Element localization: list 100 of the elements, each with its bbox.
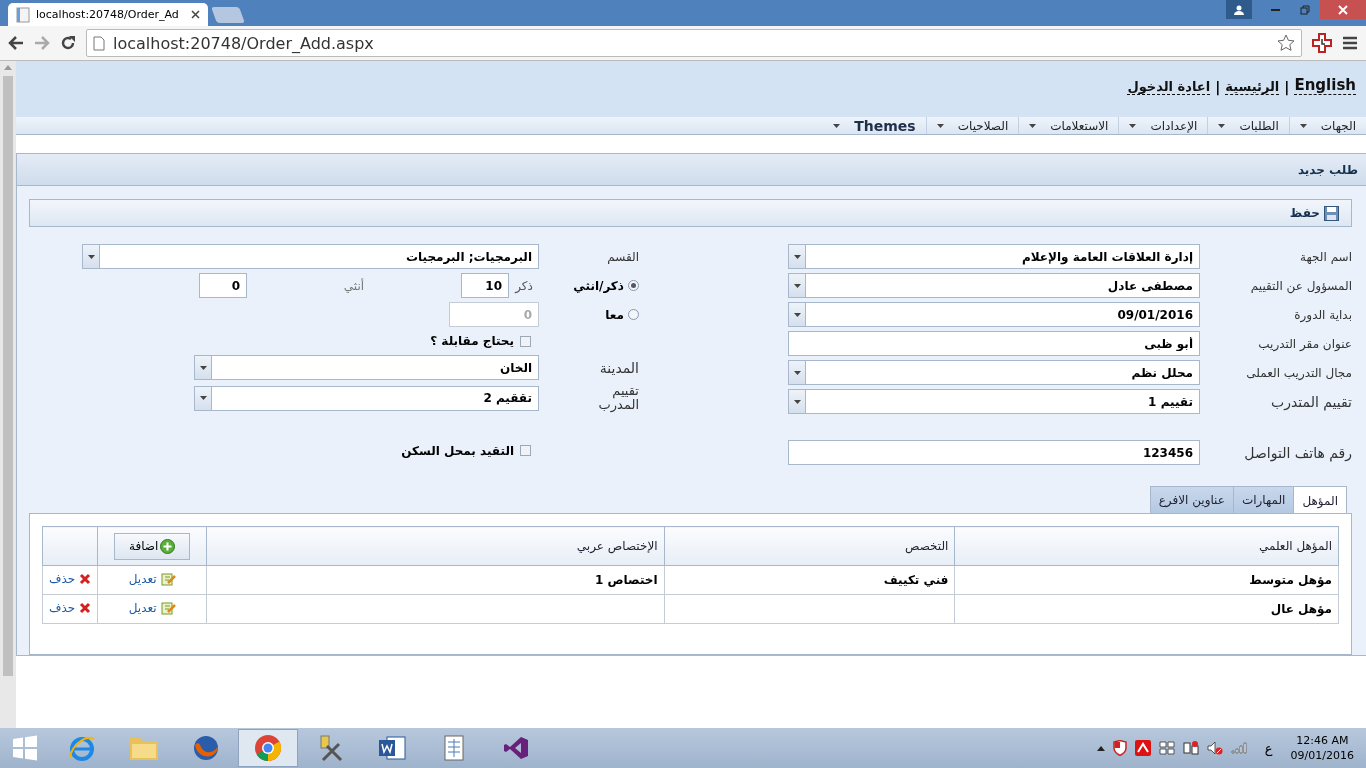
new-tab-button[interactable]	[211, 7, 245, 23]
table-cell: مؤهل متوسط	[1249, 573, 1332, 587]
checkbox-option[interactable]: يحتاج مقابلة ؟	[430, 334, 539, 348]
menu-item[interactable]: الإعدادات	[1118, 117, 1208, 134]
dropdown-field[interactable]: الخان	[194, 355, 539, 380]
dropdown-field[interactable]: محلل نظم	[788, 360, 1200, 385]
profile-button[interactable]	[1226, 0, 1252, 19]
caret-icon	[833, 123, 841, 128]
scroll-up-icon[interactable]	[4, 65, 12, 70]
caret-icon	[936, 123, 944, 128]
app-tray-icon[interactable]	[1134, 740, 1151, 756]
dropdown-caret-icon	[199, 365, 207, 370]
menu-item[interactable]: الصلاحيات	[925, 117, 1019, 134]
caret-icon	[1029, 123, 1037, 128]
keyboard-language[interactable]: ع	[1264, 740, 1273, 756]
field-label: اسم الجهة	[1299, 249, 1352, 264]
field-label: أنثي	[342, 278, 366, 293]
close-icon[interactable]	[191, 10, 200, 19]
minimize-icon	[1270, 8, 1280, 11]
panel-title: طلب جديد	[17, 154, 1366, 186]
dropdown-field[interactable]: تقييم 1	[788, 389, 1200, 414]
field-label: المدينة	[598, 359, 639, 376]
menu-item[interactable]: Themes	[823, 117, 926, 134]
table-cell: اختصاص 1	[594, 573, 658, 587]
tab[interactable]: المؤهل	[1293, 486, 1347, 514]
text-field[interactable]: أبو ظبى	[788, 331, 1200, 356]
dropdown-caret-icon	[793, 370, 801, 375]
close-button[interactable]	[1320, 0, 1366, 19]
close-icon	[79, 602, 92, 614]
plus-circle-icon	[160, 538, 176, 554]
radio-option[interactable]: معا	[539, 307, 639, 322]
dropdown-caret-icon	[793, 283, 801, 288]
tab[interactable]: عناوين الافرع	[1149, 486, 1234, 513]
menu-item[interactable]: الطلبات	[1207, 117, 1289, 134]
shield-icon[interactable]	[1112, 740, 1127, 756]
menu-item[interactable]: الجهات	[1288, 117, 1366, 134]
field-label: تقييم المتدرب	[1270, 393, 1352, 410]
tab[interactable]: المهارات	[1232, 486, 1295, 513]
dropdown-field[interactable]: إدارة العلاقات العامة والإعلام	[788, 244, 1200, 269]
chrome-icon	[253, 733, 283, 763]
pencil-note-icon	[160, 571, 176, 586]
save-button[interactable]: حفظ	[1285, 205, 1343, 221]
clock[interactable]: 12:46 AM 09/01/2016	[1290, 732, 1354, 764]
field-label: عنوان مقر التدريب	[1257, 336, 1352, 351]
checkbox-option[interactable]: التقيد بمحل السكن	[401, 443, 539, 458]
dropdown-caret-icon	[199, 396, 207, 400]
checkbox[interactable]	[520, 335, 531, 347]
field-label: المسؤول عن التقييم	[1249, 278, 1352, 293]
back-icon[interactable]	[8, 36, 24, 50]
caret-icon	[1129, 123, 1137, 128]
dropdown-caret-icon	[87, 254, 95, 259]
menu-icon[interactable]	[1342, 36, 1358, 50]
close-icon	[79, 573, 92, 585]
address-bar[interactable]: localhost:20748/Order_Add.aspx	[86, 29, 1302, 57]
radio-icon[interactable]	[628, 309, 639, 320]
dropdown-caret-icon	[793, 254, 801, 259]
windows-logo-icon	[12, 735, 38, 761]
word-document-icon	[377, 733, 407, 763]
header-link[interactable]: English	[1294, 76, 1356, 96]
caret-icon	[1299, 123, 1307, 128]
add-button[interactable]: اضافة	[114, 532, 191, 560]
number-field[interactable]: 0	[199, 273, 247, 298]
table-cell: مؤهل عال	[1270, 602, 1332, 616]
fox-globe-icon	[191, 733, 221, 763]
scrollbar[interactable]	[0, 61, 16, 728]
header-link[interactable]: اعادة الدخول	[1127, 79, 1211, 96]
separator-text: |	[1215, 79, 1221, 96]
separator-text: |	[1284, 79, 1290, 96]
field-label: القسم	[606, 249, 639, 264]
dropdown-field[interactable]: 09/01/2016	[788, 302, 1200, 327]
dropdown-field[interactable]: تققيم 2	[194, 385, 539, 411]
phone-field[interactable]: 123456	[788, 440, 1200, 465]
dropdown-field[interactable]: مصطفى عادل	[788, 273, 1200, 298]
caret-up-icon[interactable]	[1096, 745, 1105, 751]
dropdown-field[interactable]: البرمجيات; البرمجيات	[82, 244, 539, 269]
dropdown-caret-icon	[793, 312, 801, 317]
caret-icon	[1218, 123, 1226, 128]
page-icon	[16, 6, 30, 23]
field-label: تقييم المدرب	[597, 383, 639, 413]
header-link[interactable]: الرئيسية	[1225, 79, 1280, 96]
star-icon[interactable]	[1277, 34, 1295, 52]
number-field[interactable]: 10	[461, 273, 509, 298]
column-header: التخصص	[664, 526, 955, 566]
taskbar-app[interactable]	[238, 729, 298, 767]
extension-icon[interactable]	[1312, 33, 1332, 53]
checkbox[interactable]	[520, 445, 531, 456]
dropdown-caret-icon	[793, 399, 801, 404]
field-label: مجال التدريب العملى	[1245, 365, 1352, 380]
column-header: الإختصاص عربي	[206, 526, 665, 566]
speaker-muted-icon[interactable]	[1206, 740, 1223, 756]
reload-icon[interactable]	[60, 35, 76, 51]
page-icon	[93, 35, 105, 51]
radio-icon[interactable]	[628, 280, 639, 291]
restore-icon	[1300, 4, 1310, 15]
browser-tab[interactable]: localhost:20748/Order_Ad	[8, 3, 208, 26]
field-label: رقم هاتف التواصل	[1243, 444, 1352, 461]
person-icon	[1234, 4, 1244, 15]
radio-option[interactable]: ذكر/انثي	[539, 278, 639, 293]
field-label: ذكر	[513, 278, 534, 293]
menu-item[interactable]: الاستعلامات	[1018, 117, 1119, 134]
